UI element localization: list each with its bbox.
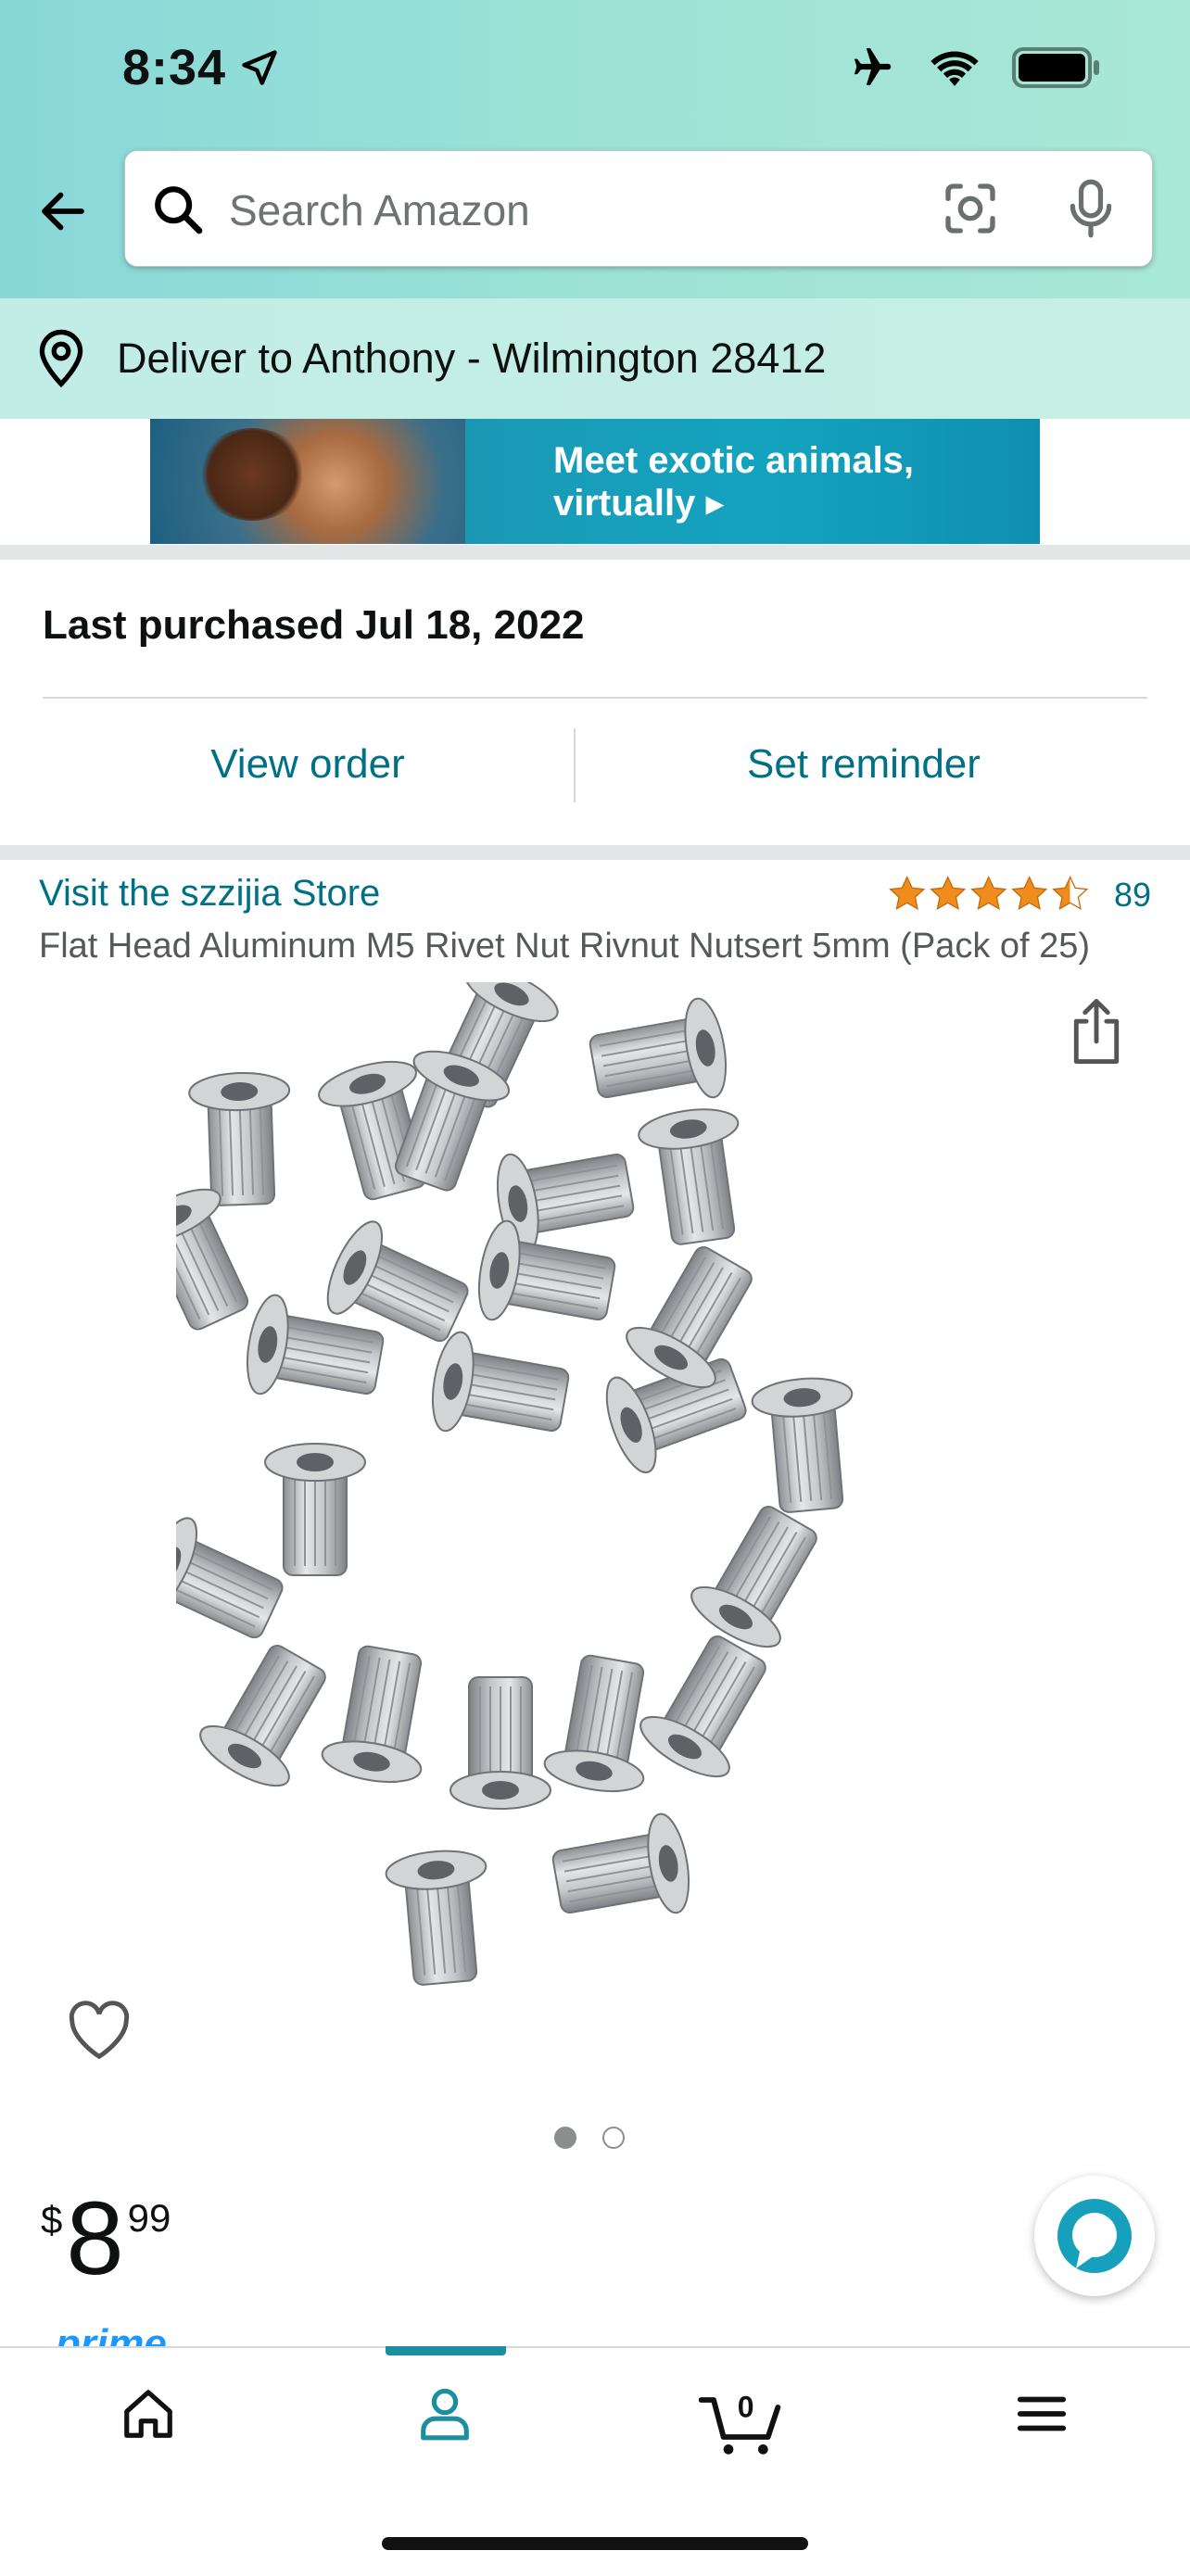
status-time: 8:34 <box>122 39 280 96</box>
search-icon <box>155 186 203 234</box>
prime-badge: prime <box>56 2321 167 2347</box>
image-pagination <box>554 2127 625 2149</box>
star-rating-icon <box>889 876 1088 910</box>
clock-text: 8:34 <box>122 40 227 95</box>
store-link[interactable]: Visit the szzijia Store <box>39 873 380 915</box>
camera-scan-icon[interactable] <box>941 179 1000 238</box>
status-icons <box>845 44 1101 91</box>
section-divider <box>0 845 1190 860</box>
heart-wishlist-icon[interactable] <box>65 1997 133 2062</box>
promo-banner[interactable]: Meet exotic animals, virtually ▸ <box>150 419 1040 544</box>
wifi-icon <box>930 51 979 86</box>
alexa-button[interactable] <box>1034 2176 1155 2296</box>
banner-line-2: virtually ▸ <box>553 483 725 524</box>
back-arrow-icon[interactable] <box>35 183 91 239</box>
nav-menu[interactable] <box>986 2385 1097 2487</box>
section-divider <box>0 545 1190 560</box>
cart-icon: 0 <box>699 2391 781 2455</box>
delivery-location-bar[interactable]: Deliver to Anthony - Wilmington 28412 <box>0 298 1190 419</box>
price-whole: 8 <box>66 2180 124 2296</box>
microphone-icon[interactable] <box>1061 177 1120 240</box>
banner-dog-image <box>196 428 308 521</box>
active-tab-indicator <box>386 2346 506 2355</box>
view-order-button[interactable]: View order <box>20 713 595 815</box>
actions-divider <box>574 728 576 802</box>
nav-home[interactable] <box>93 2385 204 2487</box>
pagination-dot-active[interactable] <box>554 2127 576 2149</box>
search-input[interactable] <box>227 177 972 244</box>
alexa-icon <box>1057 2199 1132 2273</box>
product-image[interactable] <box>176 982 1084 2039</box>
nav-account[interactable] <box>389 2385 500 2487</box>
airplane-icon <box>854 48 892 85</box>
divider-line <box>43 697 1147 699</box>
banner-line-1: Meet exotic animals, <box>553 440 915 481</box>
delivery-text: Deliver to Anthony - Wilmington 28412 <box>117 335 827 382</box>
battery-icon <box>1012 47 1099 88</box>
account-icon <box>421 2388 469 2441</box>
home-icon <box>124 2390 172 2438</box>
status-bar: 8:34 <box>0 0 1190 139</box>
nav-cart[interactable]: 0 <box>688 2385 799 2487</box>
set-reminder-button[interactable]: Set reminder <box>576 713 1151 815</box>
banner-text: Meet exotic animals, virtually ▸ <box>553 439 914 524</box>
search-row <box>0 150 1190 271</box>
app-header: 8:34 Deliver to Anthony - Wilmington 284… <box>0 0 1190 419</box>
last-purchased-label: Last purchased Jul 18, 2022 <box>43 602 585 648</box>
rating-summary[interactable]: 89 <box>886 875 1151 915</box>
cart-count: 0 <box>738 2391 754 2424</box>
product-price: $ 8 99 <box>41 2187 171 2291</box>
search-box[interactable] <box>124 150 1153 267</box>
home-indicator[interactable] <box>382 2537 808 2550</box>
price-currency: $ <box>41 2198 63 2241</box>
product-title: Flat Head Aluminum M5 Rivet Nut Rivnut N… <box>39 927 1091 966</box>
price-fraction: 99 <box>127 2196 171 2240</box>
pagination-dot[interactable] <box>602 2127 625 2149</box>
rating-count: 89 <box>1113 876 1151 914</box>
location-arrow-icon <box>242 50 277 85</box>
purchase-actions: View order Set reminder <box>0 713 1190 815</box>
menu-icon <box>1017 2396 1067 2431</box>
location-pin-icon <box>39 329 83 388</box>
